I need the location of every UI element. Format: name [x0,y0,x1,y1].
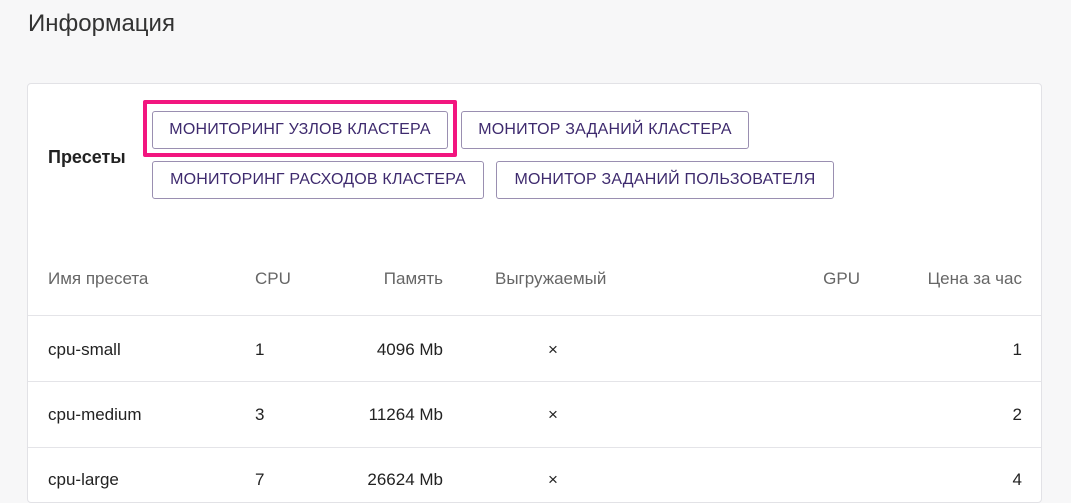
cell-cpu: 3 [255,405,265,424]
preset-button-user-jobs-monitor[interactable]: МОНИТОР ЗАДАНИЙ ПОЛЬЗОВАТЕЛЯ [496,161,834,199]
column-header-preemptible: Выгружаемый [495,269,607,288]
cell-preset-name: cpu-medium [48,405,142,424]
row-divider [28,381,1041,382]
highlight-frame [143,100,457,157]
cell-memory: 4096 Mb [376,340,443,359]
column-header-preset-name: Имя пресета [48,269,149,288]
cell-preemptible: × [548,405,558,424]
cell-price: 4 [1012,470,1022,489]
cell-preset-name: cpu-small [48,340,121,359]
page-title: Информация [28,10,175,37]
preset-button-cluster-costs-monitoring[interactable]: МОНИТОРИНГ РАСХОДОВ КЛАСТЕРА [152,161,484,199]
column-header-gpu: GPU [823,269,860,288]
cell-cpu: 1 [255,340,265,359]
row-divider [28,315,1041,316]
cell-price: 1 [1012,340,1022,359]
column-header-cpu: CPU [255,269,291,288]
preset-button-cluster-jobs-monitor[interactable]: МОНИТОР ЗАДАНИЙ КЛАСТЕРА [461,111,749,149]
cell-preemptible: × [548,340,558,359]
presets-label: Пресеты [48,147,126,167]
cell-preemptible: × [548,470,558,489]
column-header-memory: Память [383,269,443,288]
cell-preset-name: cpu-large [48,470,119,489]
cell-cpu: 7 [255,470,265,489]
row-divider [28,447,1041,448]
cell-memory: 26624 Mb [367,470,443,489]
column-header-price: Цена за час [927,269,1022,288]
cell-memory: 11264 Mb [368,405,443,424]
cell-price: 2 [1012,405,1022,424]
